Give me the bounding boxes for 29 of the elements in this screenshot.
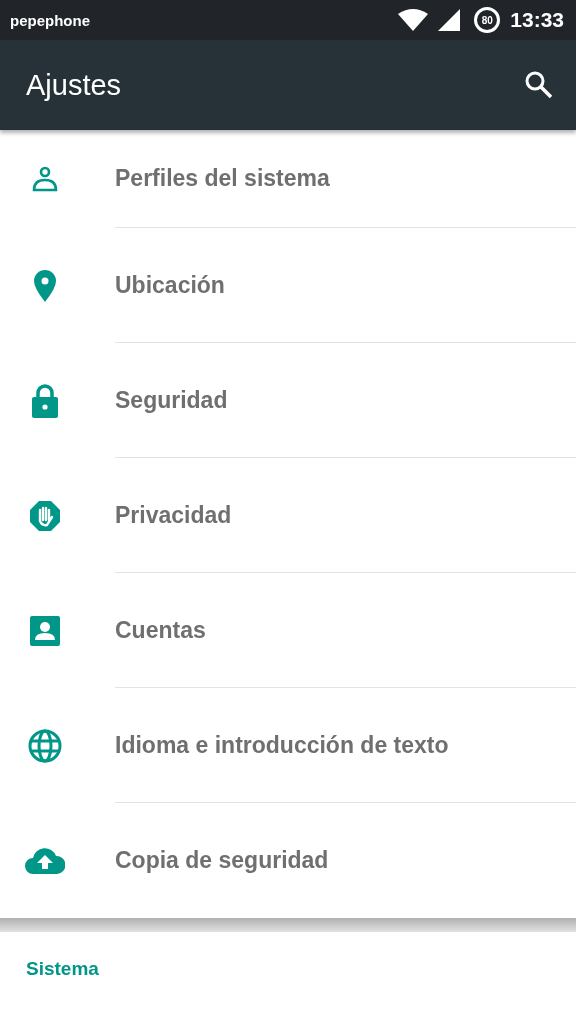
signal-icon (438, 9, 461, 31)
cloud-upload-icon (24, 847, 65, 874)
carrier-name: pepephone (10, 11, 90, 29)
section-header: Sistema (26, 958, 99, 979)
settings-item[interactable]: Copia de seguridad (0, 803, 576, 918)
battery-indicator: 80 (474, 7, 501, 33)
item-label: Copia de seguridad (115, 846, 330, 875)
lock-icon (30, 383, 59, 418)
item-label: Seguridad (115, 343, 576, 458)
person-icon (31, 166, 58, 192)
settings-item[interactable]: Cuentas (0, 573, 576, 688)
item-label: Privacidad (115, 458, 576, 573)
settings-item[interactable]: Perfiles del sistema (0, 130, 576, 228)
globe-icon (27, 728, 62, 763)
settings-item[interactable]: Ubicación (0, 228, 576, 343)
item-label: Idioma e introducción de texto (115, 688, 576, 803)
item-label: Ubicación (115, 228, 576, 343)
item-label: Cuentas (115, 573, 576, 688)
stop-hand-icon (29, 500, 60, 531)
settings-item[interactable]: Idioma e introducción de texto (0, 688, 576, 803)
settings-item[interactable]: Privacidad (0, 458, 576, 573)
settings-item[interactable]: Seguridad (0, 343, 576, 458)
account-icon (29, 615, 60, 646)
wifi-icon (398, 9, 429, 31)
app-title: Ajustes (26, 68, 122, 102)
search-button[interactable] (524, 70, 554, 100)
clock: 13:33 (510, 8, 564, 32)
item-label: Perfiles del sistema (115, 130, 576, 228)
location-pin-icon (33, 269, 56, 302)
